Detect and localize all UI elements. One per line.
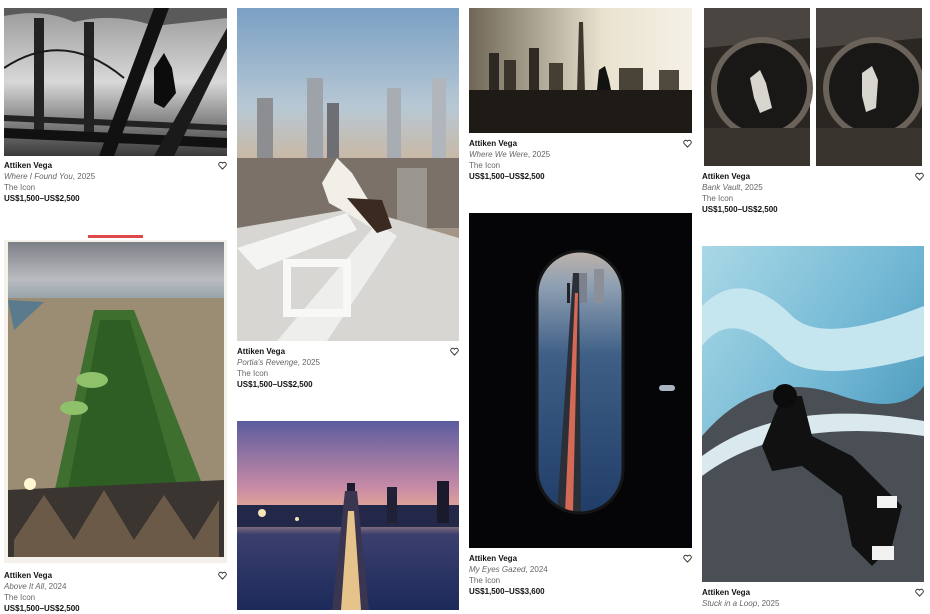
heart-outline-icon[interactable] (915, 588, 924, 597)
seller-name[interactable]: The Icon (702, 193, 920, 204)
artwork-image-where-i-found-you[interactable] (4, 8, 227, 156)
artwork-title-line[interactable]: My Eyes Gazed, 2024 (469, 564, 687, 575)
heart-outline-icon[interactable] (218, 161, 227, 170)
artwork-info-portias-revenge: Attiken Vega Portia's Revenge, 2025 The … (237, 346, 455, 390)
artwork-title: Where We Were (469, 150, 528, 159)
artist-name[interactable]: Attiken Vega (4, 570, 222, 581)
artwork-info-where-we-were: Attiken Vega Where We Were, 2025 The Ico… (469, 138, 687, 182)
heart-outline-icon[interactable] (915, 172, 924, 181)
seller-name[interactable]: The Icon (237, 368, 455, 379)
heart-outline-icon[interactable] (218, 571, 227, 580)
artwork-title-line[interactable]: Where I Found You, 2025 (4, 171, 222, 182)
artwork-title-line[interactable]: Bank Vault, 2025 (702, 182, 920, 193)
artwork-image-portias-revenge[interactable] (237, 8, 459, 341)
artwork-image-where-we-were[interactable] (469, 8, 692, 133)
price-range: US$1,500–US$2,500 (469, 172, 545, 181)
artwork-year: , 2024 (525, 565, 548, 574)
artwork-title: Stuck in a Loop (702, 599, 758, 608)
artwork-title: Above It All (4, 582, 45, 591)
artwork-year: , 2025 (527, 150, 551, 159)
artist-name[interactable]: Attiken Vega (702, 587, 920, 598)
seller-name[interactable]: The Icon (469, 575, 687, 586)
artwork-title-line[interactable]: Above It All, 2024 (4, 581, 222, 592)
artwork-year: , 2024 (44, 582, 67, 591)
artwork-year: , 2025 (757, 599, 780, 608)
loading-indicator (88, 235, 143, 238)
artwork-info-my-eyes-gazed: Attiken Vega My Eyes Gazed, 2024 The Ico… (469, 553, 687, 597)
artwork-title-line[interactable]: Portia's Revenge, 2025 (237, 357, 455, 368)
heart-outline-icon[interactable] (450, 347, 459, 356)
artist-name[interactable]: Attiken Vega (237, 346, 455, 357)
artwork-image-bank-vault[interactable] (702, 8, 922, 166)
seller-name[interactable]: The Icon (4, 592, 222, 603)
artwork-title: Where I Found You (4, 172, 73, 181)
artist-name[interactable]: Attiken Vega (702, 171, 920, 182)
price-range: US$1,500–US$2,500 (237, 380, 313, 389)
artwork-year: , 2025 (297, 358, 320, 367)
artwork-year: , 2025 (72, 172, 96, 181)
artwork-info-above-it-all: Attiken Vega Above It All, 2024 The Icon… (4, 570, 222, 614)
artwork-image-above-it-all[interactable] (4, 240, 227, 563)
artwork-image-my-eyes-gazed[interactable] (469, 213, 692, 548)
artist-name[interactable]: Attiken Vega (469, 138, 687, 149)
price-range: US$1,500–US$2,500 (702, 205, 778, 214)
seller-name[interactable]: The Icon (469, 160, 687, 171)
artwork-image-stuck-in-a-loop[interactable] (702, 246, 924, 582)
artwork-image-bridge-dusk[interactable] (237, 421, 459, 610)
artwork-title-line[interactable]: Where We Were, 2025 (469, 149, 687, 160)
price-range: US$1,500–US$3,600 (469, 587, 545, 596)
price-range: US$1,500–US$2,500 (4, 194, 80, 203)
price-range: US$1,500–US$2,500 (4, 604, 80, 613)
seller-name[interactable]: The Icon (4, 182, 222, 193)
heart-outline-icon[interactable] (683, 554, 692, 563)
artwork-info-stuck-in-a-loop: Attiken Vega Stuck in a Loop, 2025 (702, 587, 920, 609)
artwork-info-bank-vault: Attiken Vega Bank Vault, 2025 The Icon U… (702, 171, 920, 215)
artwork-title: Portia's Revenge (237, 358, 298, 367)
artwork-info-where-i-found-you: Attiken Vega Where I Found You, 2025 The… (4, 160, 222, 204)
artist-name[interactable]: Attiken Vega (469, 553, 687, 564)
artwork-title-line[interactable]: Stuck in a Loop, 2025 (702, 598, 920, 609)
artist-name[interactable]: Attiken Vega (4, 160, 222, 171)
artwork-year: , 2025 (740, 183, 763, 192)
artwork-title: My Eyes Gazed (469, 565, 526, 574)
heart-outline-icon[interactable] (683, 139, 692, 148)
artwork-title: Bank Vault (702, 183, 741, 192)
